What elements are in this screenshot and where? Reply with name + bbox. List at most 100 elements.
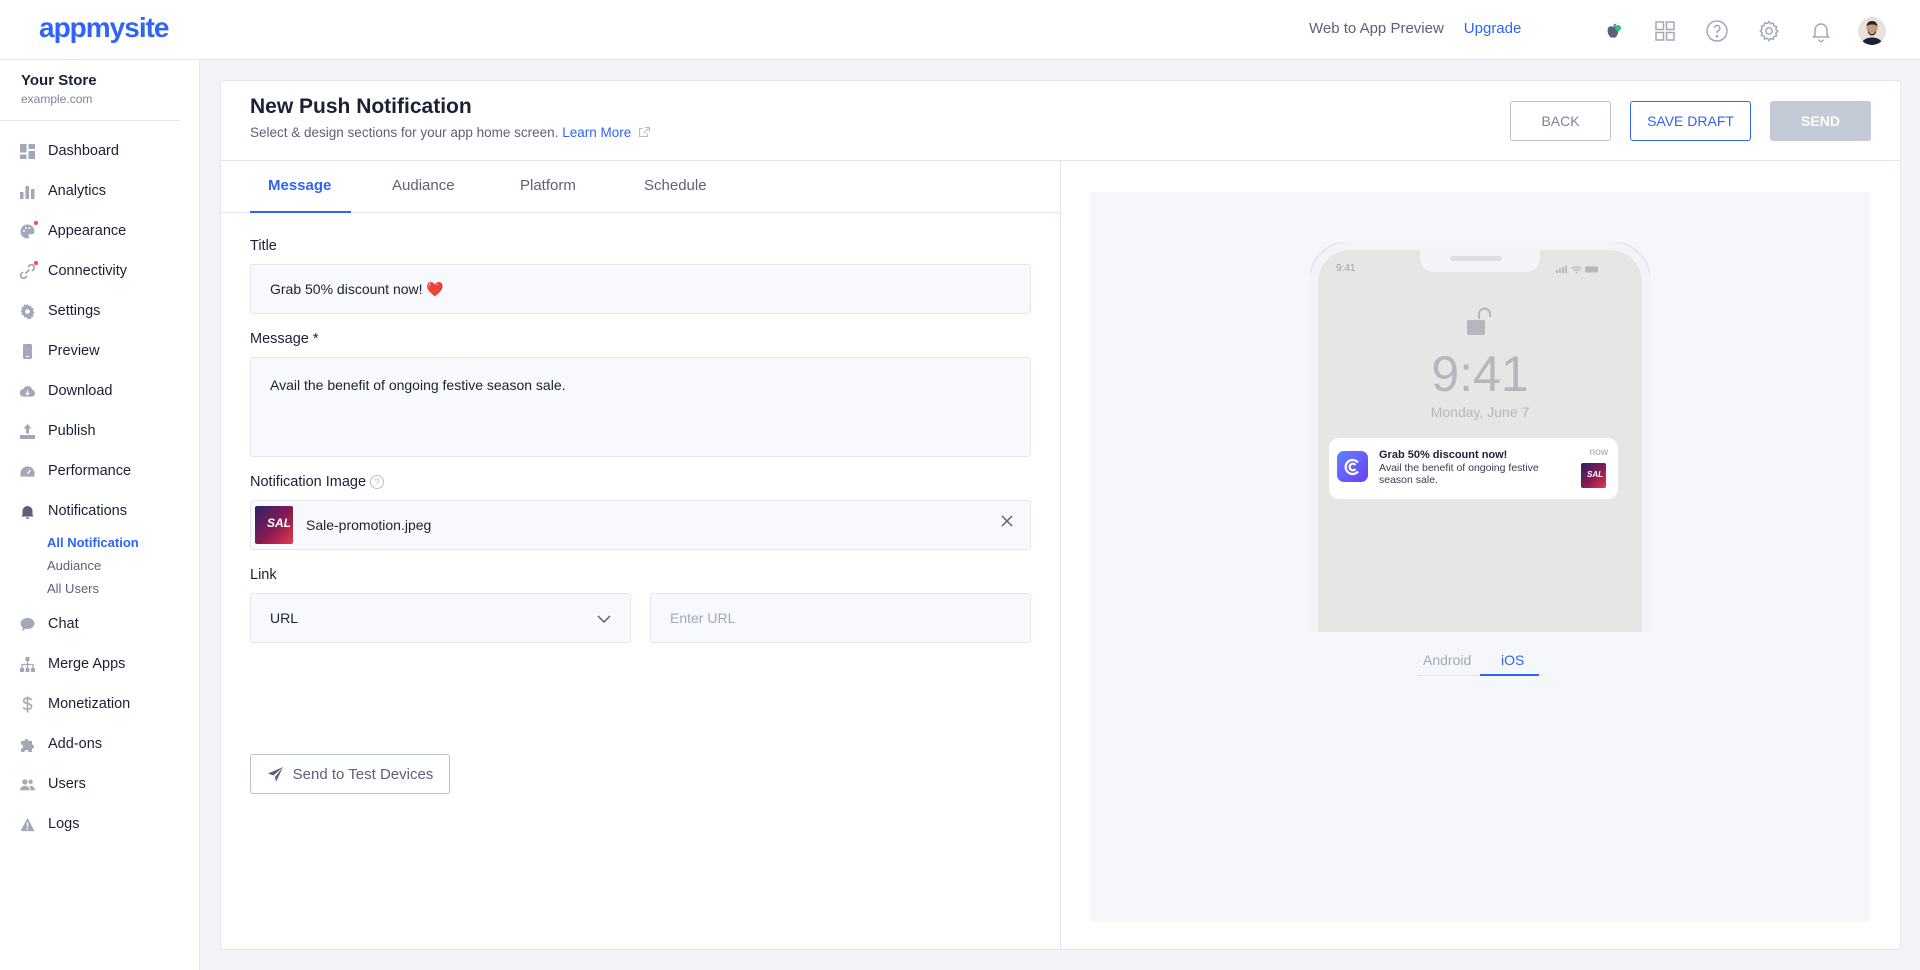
- apple-icon[interactable]: [1598, 16, 1628, 46]
- image-thumbnail: SAL: [255, 506, 293, 544]
- link-label: Link: [250, 567, 277, 583]
- subnav-audiance[interactable]: Audiance: [47, 554, 199, 577]
- tab-audiance[interactable]: Audiance: [392, 177, 455, 194]
- notification-dot: [34, 260, 38, 265]
- sidebar-item-label: Performance: [48, 463, 132, 479]
- logs-icon: [20, 817, 35, 832]
- tab-ios[interactable]: iOS: [1501, 652, 1524, 668]
- message-label: Message *: [250, 331, 319, 347]
- sidebar-item-settings[interactable]: Settings: [0, 291, 199, 331]
- subnav-all-users[interactable]: All Users: [47, 577, 199, 600]
- store-info[interactable]: Your Store example.com: [0, 60, 180, 121]
- sidebar-item-chat[interactable]: Chat: [0, 604, 199, 644]
- chat-icon: [20, 617, 35, 632]
- sidebar-item-label: Merge Apps: [48, 656, 126, 672]
- subnav-all-notification[interactable]: All Notification: [47, 531, 199, 554]
- sidebar-item-appearance[interactable]: Appearance: [0, 211, 199, 251]
- chevron-down-icon: [597, 615, 611, 623]
- sidebar-item-analytics[interactable]: Analytics: [0, 171, 199, 211]
- paper-plane-icon: [267, 766, 283, 782]
- help-icon[interactable]: [1702, 16, 1732, 46]
- sidebar-item-publish[interactable]: Publish: [0, 411, 199, 451]
- sidebar-item-label: Download: [48, 383, 113, 399]
- sidebar-item-label: Add-ons: [48, 736, 103, 752]
- top-header: appmysite Web to App Preview Upgrade: [0, 0, 1920, 60]
- close-icon[interactable]: [999, 513, 1015, 529]
- grid-icon[interactable]: [1650, 16, 1680, 46]
- title-input[interactable]: Grab 50% discount now! ❤️: [250, 264, 1031, 314]
- merge-icon: [20, 656, 35, 672]
- sidebar-item-label: Settings: [48, 303, 101, 319]
- tab-message[interactable]: Message: [268, 177, 331, 194]
- appearance-icon: [20, 220, 38, 239]
- store-name: Your Store: [21, 72, 97, 89]
- sidebar-item-preview[interactable]: Preview: [0, 331, 199, 371]
- dashboard-icon: [20, 143, 35, 159]
- sidebar-item-connectivity[interactable]: Connectivity: [0, 251, 199, 291]
- appmysite-logo[interactable]: appmysite: [39, 12, 169, 44]
- tab-android[interactable]: Android: [1423, 652, 1471, 668]
- header-links: Web to App Preview Upgrade: [1309, 20, 1521, 37]
- connectivity-icon: [20, 260, 38, 279]
- external-link-icon: [638, 126, 651, 138]
- url-input[interactable]: [650, 593, 1031, 643]
- sidebar-item-logs[interactable]: Logs: [0, 804, 199, 844]
- notification-thumbnail-text: SAL: [1587, 470, 1603, 479]
- sidebar-item-merge-apps[interactable]: Merge Apps: [0, 644, 199, 684]
- learn-more-link[interactable]: Learn More: [562, 125, 651, 140]
- sidebar-item-notifications[interactable]: Notifications: [0, 491, 199, 531]
- status-icons: [1556, 265, 1598, 274]
- sidebar-item-add-ons[interactable]: Add-ons: [0, 724, 199, 764]
- send-to-test-devices-button[interactable]: Send to Test Devices: [250, 754, 450, 794]
- sidebar-item-monetization[interactable]: Monetization: [0, 684, 199, 724]
- gear-icon[interactable]: [1754, 16, 1784, 46]
- active-os-tab-indicator: [1480, 674, 1539, 676]
- download-icon: [20, 384, 35, 399]
- sidebar-item-label: Publish: [48, 423, 96, 439]
- performance-icon: [20, 464, 35, 479]
- upgrade-link[interactable]: Upgrade: [1464, 20, 1522, 37]
- header-icons: [1598, 16, 1886, 46]
- sidebar-item-label: Monetization: [48, 696, 131, 712]
- tab-platform[interactable]: Platform: [520, 177, 576, 194]
- link-type-value: URL: [270, 610, 299, 626]
- save-draft-button[interactable]: SAVE DRAFT: [1630, 101, 1751, 141]
- phone-speaker: [1450, 256, 1502, 261]
- settings-icon: [20, 303, 35, 319]
- addons-icon: [20, 737, 35, 752]
- tab-schedule[interactable]: Schedule: [644, 177, 707, 194]
- app-logo-icon: [1337, 451, 1368, 482]
- sidebar-nav: Dashboard Analytics Appearance Connectiv…: [0, 121, 199, 844]
- sidebar-item-label: Preview: [48, 343, 100, 359]
- send-button[interactable]: SEND: [1770, 101, 1871, 141]
- bell-icon[interactable]: [1806, 16, 1836, 46]
- sidebar-item-dashboard[interactable]: Dashboard: [0, 131, 199, 171]
- web-to-app-preview-link[interactable]: Web to App Preview: [1309, 20, 1444, 37]
- sidebar-item-label: Appearance: [48, 223, 127, 239]
- sidebar-item-performance[interactable]: Performance: [0, 451, 199, 491]
- unlock-icon: [1467, 307, 1491, 335]
- notification-image-field[interactable]: SAL Sale-promotion.jpeg: [250, 500, 1031, 550]
- notification-image-label-text: Notification Image: [250, 474, 367, 490]
- message-form-pane: Message Audiance Platform Schedule Title…: [221, 161, 1061, 950]
- link-type-select[interactable]: URL: [250, 593, 631, 643]
- notification-preview-thumbnail: SAL: [1581, 463, 1606, 488]
- back-button[interactable]: BACK: [1510, 101, 1611, 141]
- monetization-icon: [20, 696, 35, 712]
- image-filename: Sale-promotion.jpeg: [306, 517, 432, 533]
- notification-preview-message: Avail the benefit of ongoing festive sea…: [1379, 462, 1539, 486]
- message-textarea[interactable]: Avail the benefit of ongoing festive sea…: [250, 357, 1031, 457]
- notification-preview-title: Grab 50% discount now!: [1379, 449, 1508, 461]
- sidebar-item-label: Dashboard: [48, 143, 119, 159]
- active-tab-indicator: [250, 211, 351, 213]
- store-url: example.com: [21, 92, 93, 106]
- sidebar-item-download[interactable]: Download: [0, 371, 199, 411]
- card-header: New Push Notification Select & design se…: [221, 81, 1900, 161]
- user-avatar[interactable]: [1858, 17, 1886, 45]
- image-thumbnail-text: SAL: [267, 516, 291, 530]
- lock-screen-date: Monday, June 7: [1430, 404, 1530, 420]
- sidebar-item-users[interactable]: Users: [0, 764, 199, 804]
- analytics-icon: [20, 184, 35, 199]
- help-icon[interactable]: ?: [370, 475, 385, 490]
- sidebar-item-label: Analytics: [48, 183, 107, 199]
